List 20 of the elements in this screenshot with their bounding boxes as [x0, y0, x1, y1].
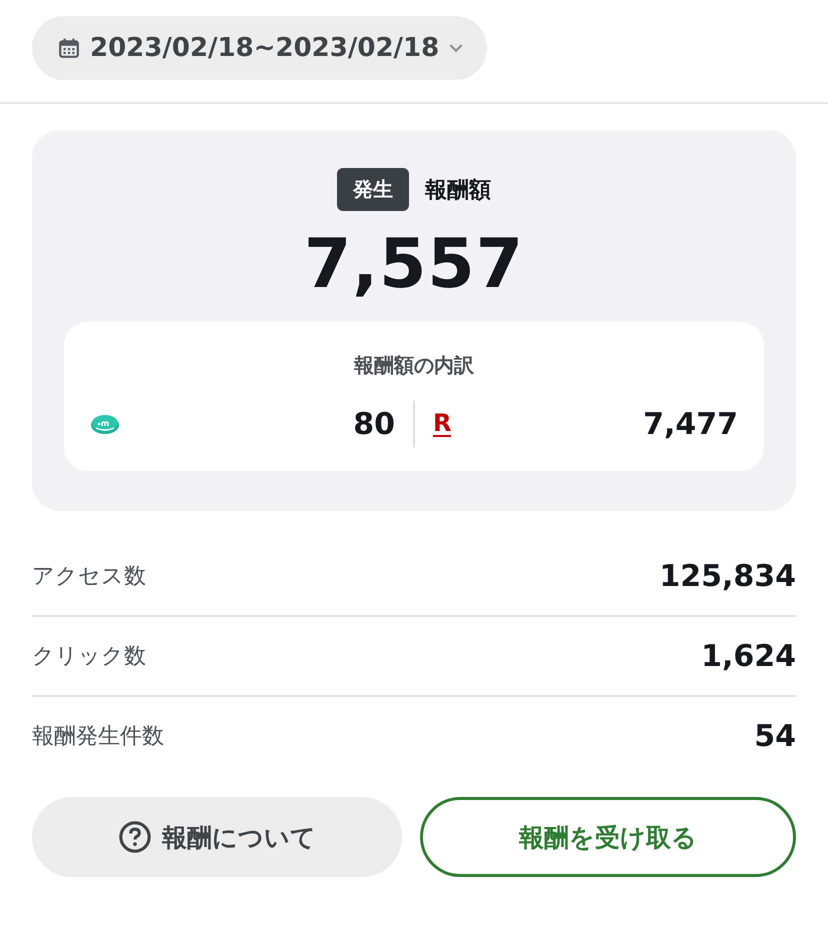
- stat-label: クリック数: [32, 643, 146, 671]
- date-range-button[interactable]: 2023/02/18~2023/02/18: [32, 16, 488, 80]
- breakdown-value: 80: [353, 406, 395, 442]
- coin-icon: [90, 413, 120, 435]
- stat-value: 125,834: [659, 558, 796, 594]
- status-badge: 発生: [337, 168, 409, 211]
- stat-value: 1,624: [701, 638, 796, 674]
- stat-label: アクセス数: [32, 563, 146, 591]
- breakdown-title: 報酬額の内訳: [353, 352, 475, 379]
- chevron-down-icon: [449, 44, 464, 52]
- stat-label: 報酬発生件数: [32, 723, 164, 751]
- breakdown-value: 7,477: [643, 406, 738, 442]
- total-amount: 7,557: [302, 225, 526, 304]
- about-button[interactable]: 報酬について: [32, 797, 402, 877]
- calendar-icon: [58, 37, 80, 59]
- help-icon: [118, 820, 152, 854]
- summary-title: 報酬額: [425, 176, 491, 204]
- receive-button[interactable]: 報酬を受け取る: [420, 797, 796, 877]
- stat-value: 54: [754, 718, 796, 754]
- brand-mark: R: [433, 411, 452, 437]
